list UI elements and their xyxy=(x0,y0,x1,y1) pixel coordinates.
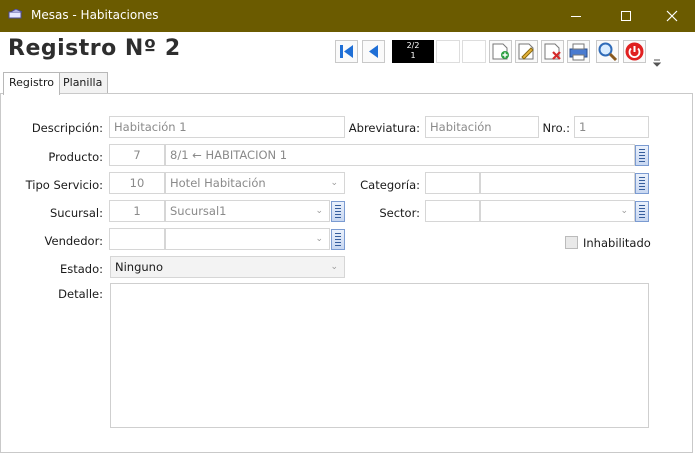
vendedor-label: Vendedor: xyxy=(44,234,103,248)
abreviatura-field[interactable]: Habitación xyxy=(425,116,539,138)
counter-position: 2/2 xyxy=(406,41,420,50)
maximize-button[interactable] xyxy=(603,0,649,32)
sector-picker-button[interactable] xyxy=(635,201,649,222)
new-icon xyxy=(492,43,509,60)
first-icon xyxy=(340,45,353,58)
tab-registro[interactable]: Registro xyxy=(3,72,61,95)
producto-description-field[interactable]: 8/1 ← HABITACION 1 xyxy=(165,144,635,166)
edit-record-button[interactable] xyxy=(515,40,538,63)
tab-planilla[interactable]: Planilla xyxy=(57,72,109,94)
inhabilitado-label: Inhabilitado xyxy=(583,236,651,250)
chevron-down-icon: ⌄ xyxy=(315,206,323,216)
vendedor-select[interactable]: ⌄ xyxy=(165,228,330,250)
producto-code-field[interactable]: 7 xyxy=(109,144,165,166)
sucursal-code-field[interactable]: 1 xyxy=(109,200,165,222)
abreviatura-label: Abreviatura: xyxy=(348,121,420,135)
close-icon xyxy=(666,10,678,22)
exit-button[interactable] xyxy=(623,40,646,63)
delete-icon xyxy=(544,43,561,60)
chevron-down-icon: ⌄ xyxy=(315,234,323,244)
categoria-picker-button[interactable] xyxy=(635,173,649,194)
sector-select[interactable]: ⌄ xyxy=(480,200,635,222)
new-record-button[interactable] xyxy=(489,40,512,63)
edit-icon xyxy=(518,43,534,60)
tab-bar: Registro Planilla xyxy=(0,72,695,95)
counter-total: 1 xyxy=(410,51,416,60)
estado-label: Estado: xyxy=(59,262,103,276)
tab-label: Registro xyxy=(9,76,55,89)
producto-picker-button[interactable] xyxy=(635,145,649,166)
tipo-servicio-label: Tipo Servicio: xyxy=(25,178,103,192)
toolbar-empty-slot xyxy=(436,40,460,63)
toolbar-empty-slot xyxy=(462,40,486,63)
categoria-code-field[interactable] xyxy=(425,172,480,194)
minimize-icon xyxy=(571,15,581,17)
search-button[interactable] xyxy=(596,40,619,63)
record-title: Registro Nº 2 xyxy=(8,36,181,61)
vendedor-code-field[interactable] xyxy=(109,228,165,250)
categoria-description-field[interactable] xyxy=(480,172,635,194)
sector-label: Sector: xyxy=(379,206,420,220)
toolbar-overflow-button[interactable] xyxy=(652,56,662,67)
nro-label: Nro.: xyxy=(542,121,570,135)
maximize-icon xyxy=(621,11,631,21)
sucursal-value: Sucursal1 xyxy=(170,204,227,218)
tipo-servicio-code-field[interactable]: 10 xyxy=(109,172,165,194)
first-record-button[interactable] xyxy=(335,40,358,63)
estado-value: Ninguno xyxy=(115,260,163,274)
detalle-label: Detalle: xyxy=(58,287,103,301)
overflow-icon xyxy=(652,59,662,67)
sucursal-label: Sucursal: xyxy=(49,206,103,220)
exit-icon xyxy=(625,42,644,61)
window-titlebar: Mesas - Habitaciones xyxy=(0,0,695,32)
tipo-servicio-value: Hotel Habitación xyxy=(170,176,266,190)
minimize-button[interactable] xyxy=(553,0,599,32)
tab-label: Planilla xyxy=(63,76,103,89)
detalle-textarea[interactable] xyxy=(110,283,649,428)
sucursal-select[interactable]: Sucursal1 ⌄ xyxy=(165,200,330,222)
record-counter: 2/2 1 xyxy=(392,40,434,63)
descripcion-label: Descripción: xyxy=(31,121,103,135)
previous-icon xyxy=(369,45,378,58)
chevron-down-icon: ⌄ xyxy=(620,206,628,216)
print-icon xyxy=(569,43,588,61)
descripcion-field[interactable]: Habitación 1 xyxy=(109,116,345,138)
inhabilitado-checkbox[interactable] xyxy=(565,236,578,249)
search-icon xyxy=(598,42,618,62)
window-title: Mesas - Habitaciones xyxy=(31,8,159,22)
app-icon xyxy=(8,9,23,19)
chevron-down-icon: ⌄ xyxy=(330,262,338,272)
categoria-label: Categoría: xyxy=(360,178,420,192)
print-button[interactable] xyxy=(567,40,590,63)
previous-record-button[interactable] xyxy=(362,40,385,63)
sector-code-field[interactable] xyxy=(425,200,480,222)
estado-select[interactable]: Ninguno ⌄ xyxy=(110,256,345,278)
close-button[interactable] xyxy=(649,0,695,32)
nro-field[interactable]: 1 xyxy=(574,116,649,138)
vendedor-picker-button[interactable] xyxy=(331,229,345,250)
delete-record-button[interactable] xyxy=(541,40,564,63)
tipo-servicio-select[interactable]: Hotel Habitación ⌄ xyxy=(165,172,345,194)
chevron-down-icon: ⌄ xyxy=(330,178,338,188)
producto-label: Producto: xyxy=(48,150,103,164)
